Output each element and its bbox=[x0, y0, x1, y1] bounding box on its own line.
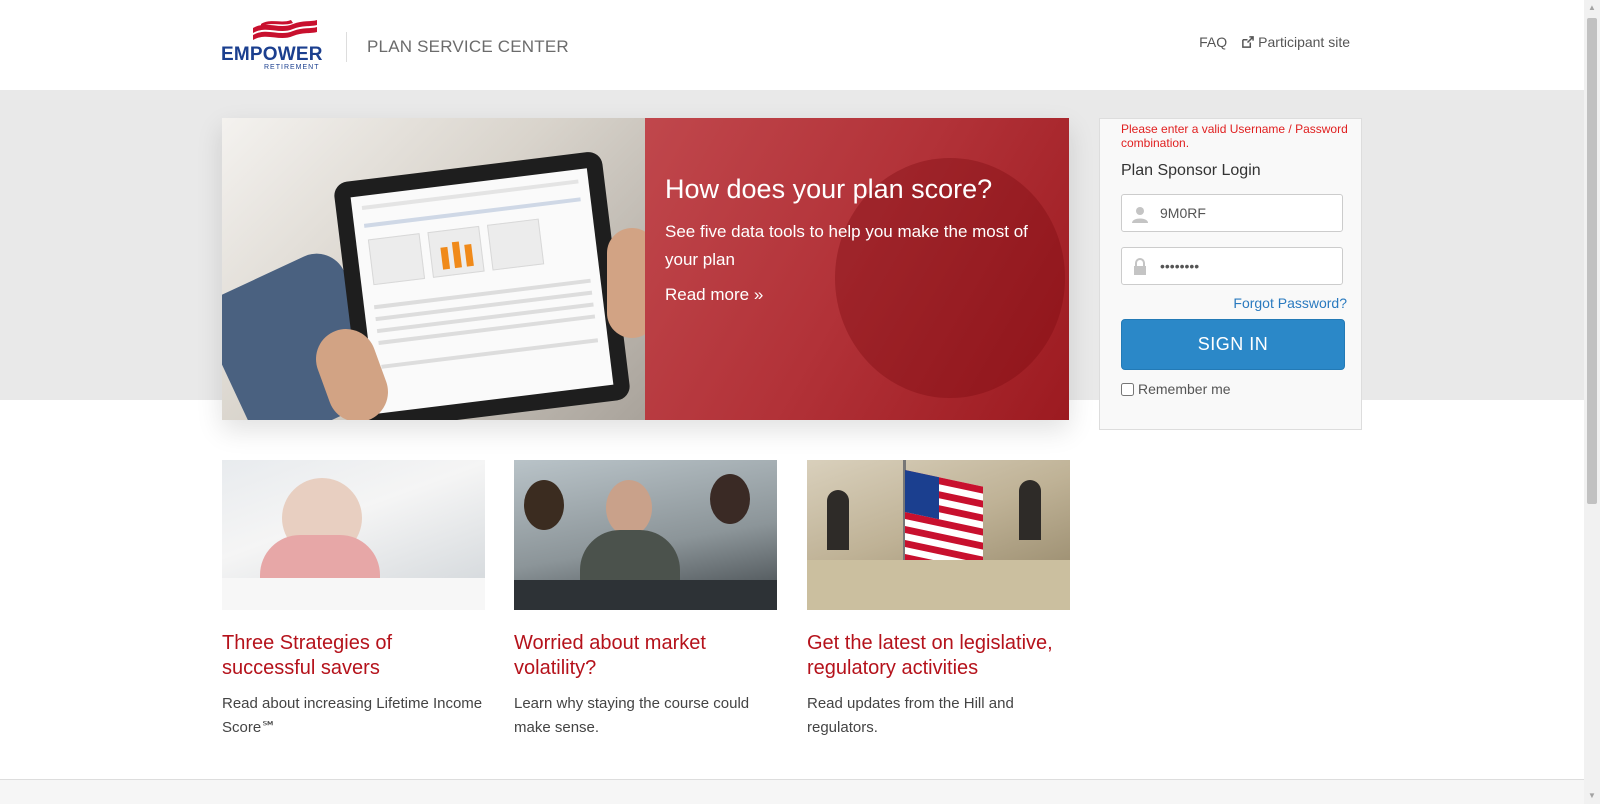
header-divider bbox=[346, 32, 347, 62]
remember-me[interactable]: Remember me bbox=[1121, 381, 1231, 397]
page-title: PLAN SERVICE CENTER bbox=[367, 37, 569, 56]
plan-sponsor-login-panel: Please enter a valid Username / Password… bbox=[1099, 118, 1362, 430]
card-text: Read about increasing Lifetime Income Sc… bbox=[222, 695, 483, 736]
page-header: EMPOWER RETIREMENT PLAN SERVICE CENTER F… bbox=[0, 0, 1584, 90]
faq-link-label: FAQ bbox=[1199, 34, 1228, 50]
user-icon bbox=[1132, 207, 1148, 223]
card-title[interactable]: Get the latest on legislative, regulator… bbox=[807, 631, 1070, 681]
vertical-scrollbar[interactable]: ▲ ▼ bbox=[1584, 0, 1600, 804]
participant-site-label: Participant site bbox=[1258, 34, 1350, 50]
remember-me-checkbox[interactable] bbox=[1121, 382, 1134, 396]
article-card-legislative[interactable]: Get the latest on legislative, regulator… bbox=[807, 460, 1070, 740]
remember-me-label: Remember me bbox=[1138, 381, 1231, 397]
login-title: Plan Sponsor Login bbox=[1121, 162, 1261, 179]
card-title[interactable]: Worried about market volatility? bbox=[514, 631, 777, 681]
flag-logo-icon bbox=[253, 20, 317, 40]
hero-read-more-link[interactable]: Read more » bbox=[665, 285, 763, 305]
card-text: Learn why staying the course could make … bbox=[514, 695, 750, 736]
article-card-savers[interactable]: Three Strategies of successful savers Re… bbox=[222, 460, 485, 740]
page-footer bbox=[0, 780, 1584, 804]
sign-in-button[interactable]: SIGN IN bbox=[1121, 319, 1345, 370]
login-error-message: Please enter a valid Username / Password… bbox=[1121, 122, 1348, 150]
external-link-icon bbox=[1242, 35, 1254, 48]
top-nav: FAQ Participant site bbox=[1199, 34, 1350, 50]
participant-site-link[interactable]: Participant site bbox=[1241, 34, 1350, 50]
card-text: Read updates from the Hill and regulator… bbox=[807, 695, 1014, 736]
password-field[interactable] bbox=[1121, 247, 1343, 285]
forgot-password-link[interactable]: Forgot Password? bbox=[1233, 295, 1347, 311]
card-title[interactable]: Three Strategies of successful savers bbox=[222, 631, 485, 681]
lock-icon bbox=[1134, 258, 1146, 275]
username-field[interactable] bbox=[1121, 194, 1343, 232]
logo-subtext: RETIREMENT bbox=[264, 64, 320, 71]
article-card-volatility[interactable]: Worried about market volatility? Learn w… bbox=[514, 460, 777, 740]
scroll-up-arrow-icon[interactable]: ▲ bbox=[1584, 0, 1600, 16]
card-image-woman-writing[interactable] bbox=[222, 460, 485, 610]
card-image-meeting[interactable] bbox=[514, 460, 777, 610]
scroll-thumb[interactable] bbox=[1587, 18, 1597, 504]
scroll-down-arrow-icon[interactable]: ▼ bbox=[1584, 788, 1600, 804]
hero-banner: How does your plan score? See five data … bbox=[222, 118, 1069, 420]
hero-title: How does your plan score? bbox=[665, 174, 993, 204]
hero-tablet-photo bbox=[222, 118, 657, 420]
password-input[interactable] bbox=[1160, 248, 1335, 284]
empower-logo[interactable]: EMPOWER RETIREMENT bbox=[221, 18, 326, 72]
logo-wordmark: EMPOWER bbox=[221, 44, 323, 65]
faq-link[interactable]: FAQ bbox=[1199, 34, 1227, 50]
username-input[interactable] bbox=[1160, 195, 1335, 231]
hero-subtitle: See five data tools to help you make the… bbox=[665, 222, 1028, 269]
card-image-flag[interactable] bbox=[807, 460, 1070, 610]
